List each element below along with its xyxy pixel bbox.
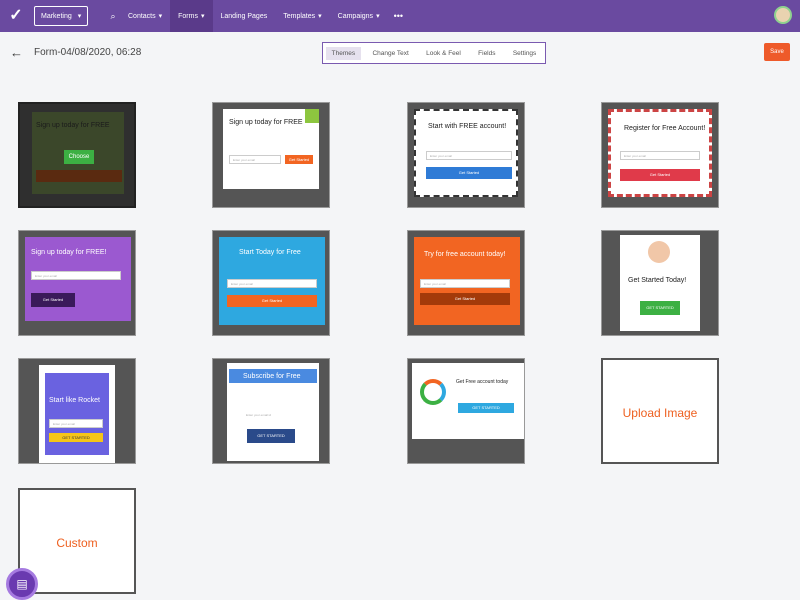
- theme-card-1[interactable]: Sign up today for FREE Choose: [18, 102, 136, 208]
- theme-title: Get Started Today!: [628, 277, 687, 284]
- avatar[interactable]: [774, 6, 792, 24]
- app-logo-icon[interactable]: ✓: [6, 6, 26, 26]
- chart-illustration-icon: [420, 379, 446, 405]
- nav-landing-pages[interactable]: Landing Pages: [213, 0, 276, 32]
- custom-label: Custom: [56, 536, 98, 550]
- nav-label: Landing Pages: [220, 12, 268, 20]
- save-button[interactable]: Save: [764, 43, 790, 61]
- choose-button[interactable]: Choose: [64, 150, 94, 164]
- form-title: Form-04/08/2020, 06:28: [34, 47, 142, 58]
- theme-title: Register for Free Account!: [624, 125, 706, 132]
- theme-email-input: Enter your email: [620, 151, 700, 160]
- nav-label: Templates: [283, 12, 316, 20]
- theme-cta: Get Started: [620, 169, 700, 181]
- more-icon[interactable]: •••: [388, 11, 409, 21]
- theme-title: Start with FREE account!: [428, 123, 507, 130]
- chevron-down-icon: ▾: [77, 13, 82, 20]
- theme-card-9[interactable]: Start like Rocket Enter your email GET S…: [18, 358, 136, 464]
- search-icon[interactable]: ⌕: [106, 11, 120, 22]
- theme-panel: [45, 373, 109, 455]
- theme-cta: Get Started: [285, 155, 313, 164]
- nav-label: Campaigns: [337, 12, 374, 20]
- theme-cta: GET STARTED: [247, 429, 295, 443]
- theme-card-7[interactable]: Try for free account today! Enter your e…: [407, 230, 525, 336]
- nav-campaigns[interactable]: Campaigns ▾: [330, 0, 388, 32]
- tab-look-feel[interactable]: Look & Feel: [420, 47, 467, 60]
- theme-cta: Get Started: [420, 293, 510, 305]
- chevron-down-icon: ▾: [200, 13, 205, 20]
- upload-image-label: Upload Image: [622, 406, 698, 420]
- tab-settings[interactable]: Settings: [507, 47, 543, 60]
- sub-bar: ← Form-04/08/2020, 06:28 Themes Change T…: [0, 32, 800, 74]
- chevron-down-icon: ▾: [376, 13, 380, 20]
- editor-tabs: Themes Change Text Look & Feel Fields Se…: [322, 42, 546, 64]
- corner-ribbon: [305, 109, 319, 123]
- theme-title: Start like Rocket: [49, 397, 100, 404]
- theme-cta: Get Started: [31, 293, 75, 307]
- theme-button-bar: [36, 170, 122, 182]
- theme-cta: GET STARTED: [49, 433, 103, 442]
- nav-label: Forms: [178, 12, 198, 20]
- theme-cta: Get Started: [227, 295, 317, 307]
- theme-email-input: Enter your email: [31, 271, 121, 280]
- chevron-down-icon: ▾: [158, 13, 163, 20]
- theme-email-input: Enter your email: [227, 279, 317, 288]
- upload-image-card[interactable]: Upload Image: [601, 358, 719, 464]
- theme-cta: Get Started: [426, 167, 512, 179]
- chevron-down-icon: ▾: [318, 13, 322, 20]
- theme-card-8[interactable]: Get Started Today! GET STARTED: [601, 230, 719, 336]
- theme-email-input: Enter your email: [420, 279, 510, 288]
- theme-email-input: Enter your email: [49, 419, 103, 428]
- theme-cta: GET STARTED: [640, 301, 680, 315]
- nav-label: Contacts: [128, 12, 156, 20]
- chat-icon[interactable]: ▤: [6, 568, 38, 600]
- workspace-select[interactable]: Marketing ▾: [34, 6, 88, 26]
- theme-title: Get Free account today: [456, 379, 509, 385]
- theme-email-input: Enter your email: [229, 155, 281, 164]
- nav-contacts[interactable]: Contacts ▾: [120, 0, 170, 32]
- theme-cta: GET STARTED: [458, 403, 514, 413]
- theme-email-input: Enter your email: [426, 151, 512, 160]
- theme-title: Try for free account today!: [424, 251, 506, 258]
- tab-fields[interactable]: Fields: [472, 47, 501, 60]
- tab-change-text[interactable]: Change Text: [366, 47, 414, 60]
- face-illustration: [648, 241, 670, 263]
- nav-forms[interactable]: Forms ▾: [170, 0, 213, 32]
- theme-card-2[interactable]: Sign up today for FREE Enter your email …: [212, 102, 330, 208]
- theme-title: Start Today for Free: [239, 249, 301, 256]
- workspace-label: Marketing: [41, 12, 72, 20]
- theme-card-4[interactable]: Register for Free Account! Enter your em…: [601, 102, 719, 208]
- tab-themes[interactable]: Themes: [325, 46, 362, 60]
- theme-title: Sign up today for FREE: [229, 119, 303, 126]
- theme-email-input: Enter your email id: [243, 411, 303, 420]
- theme-title: Sign up today for FREE: [36, 122, 110, 129]
- nav-templates[interactable]: Templates ▾: [275, 0, 329, 32]
- top-nav: ✓ Marketing ▾ ⌕ Contacts ▾ Forms ▾ Landing…: [0, 0, 800, 32]
- theme-card-6[interactable]: Start Today for Free Enter your email Ge…: [212, 230, 330, 336]
- theme-title: Sign up today for FREE!: [31, 249, 107, 256]
- theme-card-5[interactable]: Sign up today for FREE! Enter your email…: [18, 230, 136, 336]
- theme-card-10[interactable]: Subscribe for Free Enter your email id G…: [212, 358, 330, 464]
- theme-title: Subscribe for Free: [243, 373, 301, 380]
- theme-card-3[interactable]: Start with FREE account! Enter your emai…: [407, 102, 525, 208]
- theme-card-11[interactable]: Get Free account today GET STARTED: [407, 358, 525, 464]
- back-arrow-icon[interactable]: ←: [10, 45, 23, 60]
